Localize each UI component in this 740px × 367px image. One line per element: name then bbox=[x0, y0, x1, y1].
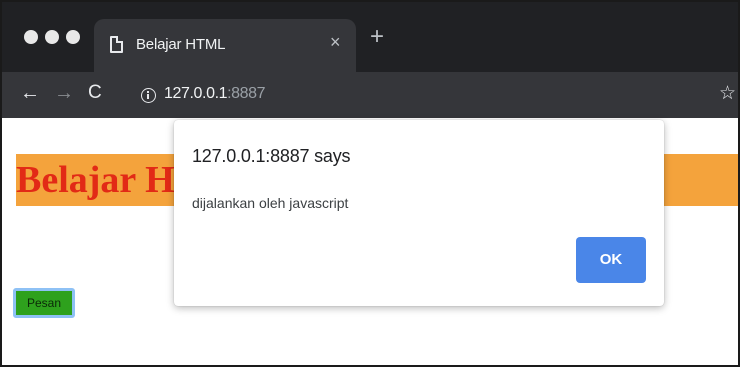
browser-window: Belajar HTML × + ← → C 127.0.0.1:8887 ☆ … bbox=[0, 0, 740, 367]
site-info-icon[interactable] bbox=[141, 88, 156, 103]
minimize-window-icon[interactable] bbox=[45, 30, 59, 44]
new-tab-icon[interactable]: + bbox=[370, 25, 384, 49]
close-tab-icon[interactable]: × bbox=[330, 32, 341, 52]
maximize-window-icon[interactable] bbox=[66, 30, 80, 44]
address-bar[interactable]: 127.0.0.1:8887 bbox=[128, 82, 718, 110]
tab-strip: Belajar HTML × + bbox=[2, 2, 738, 72]
url-host: 127.0.0.1 bbox=[164, 85, 228, 102]
reload-icon[interactable]: C bbox=[88, 80, 102, 106]
url-text: 127.0.0.1:8887 bbox=[164, 85, 266, 103]
page-icon bbox=[110, 36, 123, 53]
dialog-title: 127.0.0.1:8887 says bbox=[192, 146, 351, 166]
alert-dialog: 127.0.0.1:8887 says dijalankan oleh java… bbox=[174, 120, 664, 306]
forward-icon[interactable]: → bbox=[54, 80, 74, 106]
bookmark-star-icon[interactable]: ☆ bbox=[719, 81, 736, 107]
tab-title: Belajar HTML bbox=[136, 36, 226, 53]
pesan-button[interactable]: Pesan bbox=[13, 288, 75, 318]
back-icon[interactable]: ← bbox=[20, 80, 40, 106]
tab-belajar-html[interactable]: Belajar HTML × bbox=[94, 19, 356, 72]
close-window-icon[interactable] bbox=[24, 30, 38, 44]
dialog-message: dijalankan oleh javascript bbox=[192, 195, 349, 211]
browser-toolbar: ← → C 127.0.0.1:8887 bbox=[2, 72, 738, 118]
ok-button[interactable]: OK bbox=[576, 237, 646, 283]
url-port: :8887 bbox=[227, 85, 266, 102]
